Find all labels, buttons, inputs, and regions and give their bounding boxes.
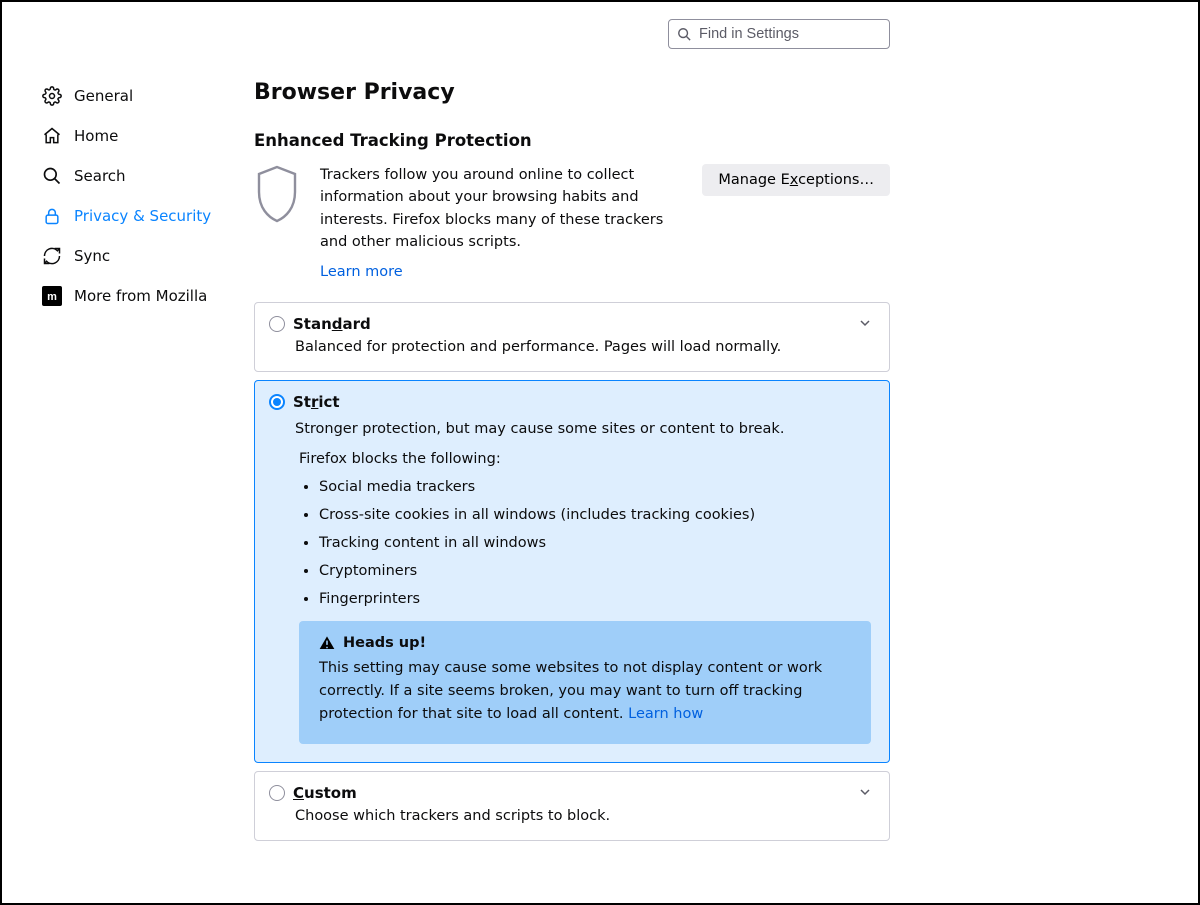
list-item: Fingerprinters [319, 591, 871, 607]
tracking-option-custom[interactable]: Custom Choose which trackers and scripts… [254, 771, 890, 841]
blocks-label: Firefox blocks the following: [299, 451, 871, 467]
svg-text:m: m [47, 291, 57, 303]
learn-more-link[interactable]: Learn more [320, 264, 403, 280]
gear-icon [42, 86, 62, 106]
settings-search-input[interactable] [697, 25, 881, 43]
option-title: Strict [293, 393, 340, 411]
intro-text: Trackers follow you around online to col… [320, 164, 670, 254]
search-icon [42, 166, 62, 186]
radio-custom[interactable] [269, 785, 285, 801]
warning-icon [319, 635, 335, 651]
sidebar-item-general[interactable]: General [36, 76, 236, 116]
mozilla-icon: m [42, 286, 62, 306]
learn-how-link[interactable]: Learn how [628, 706, 703, 722]
radio-standard[interactable] [269, 316, 285, 332]
sidebar-item-search[interactable]: Search [36, 156, 236, 196]
blocks-list: Social media trackers Cross-site cookies… [309, 479, 871, 607]
radio-strict[interactable] [269, 394, 285, 410]
sync-icon [42, 246, 62, 266]
sidebar-item-label: More from Mozilla [74, 287, 207, 305]
lock-icon [42, 206, 62, 226]
option-title: Custom [293, 784, 357, 802]
settings-main: Browser Privacy Enhanced Tracking Protec… [254, 80, 890, 849]
option-desc: Stronger protection, but may cause some … [469, 421, 871, 437]
warning-title: Heads up! [343, 635, 426, 651]
sidebar-item-label: Search [74, 167, 126, 185]
manage-exceptions-button[interactable]: Manage Exceptions… [702, 164, 890, 196]
settings-search[interactable] [668, 19, 890, 49]
list-item: Cross-site cookies in all windows (inclu… [319, 507, 871, 523]
sidebar-item-label: Home [74, 127, 118, 145]
strict-warning: Heads up! This setting may cause some we… [299, 621, 871, 745]
sidebar-item-label: Privacy & Security [74, 207, 211, 225]
sidebar-item-more-from-mozilla[interactable]: m More from Mozilla [36, 276, 236, 316]
home-icon [42, 126, 62, 146]
option-desc: Balanced for protection and performance.… [295, 339, 871, 355]
shield-icon [254, 164, 300, 224]
search-icon [677, 27, 691, 41]
settings-sidebar: General Home Search Privacy & Security [36, 76, 236, 316]
chevron-down-icon[interactable] [859, 317, 871, 333]
page-title: Browser Privacy [254, 80, 890, 105]
sidebar-item-label: Sync [74, 247, 110, 265]
option-desc: Choose which trackers and scripts to blo… [295, 808, 871, 824]
list-item: Social media trackers [319, 479, 871, 495]
option-title: Standard [293, 315, 371, 333]
sidebar-item-sync[interactable]: Sync [36, 236, 236, 276]
tracking-option-standard[interactable]: Standard Balanced for protection and per… [254, 302, 890, 372]
sidebar-item-home[interactable]: Home [36, 116, 236, 156]
warning-text: This setting may cause some websites to … [319, 660, 822, 722]
tracking-option-strict[interactable]: Strict Stronger protection, but may caus… [254, 380, 890, 764]
list-item: Cryptominers [319, 563, 871, 579]
sidebar-item-label: General [74, 87, 133, 105]
chevron-down-icon[interactable] [859, 786, 871, 802]
list-item: Tracking content in all windows [319, 535, 871, 551]
sidebar-item-privacy-security[interactable]: Privacy & Security [36, 196, 236, 236]
section-title: Enhanced Tracking Protection [254, 131, 890, 150]
